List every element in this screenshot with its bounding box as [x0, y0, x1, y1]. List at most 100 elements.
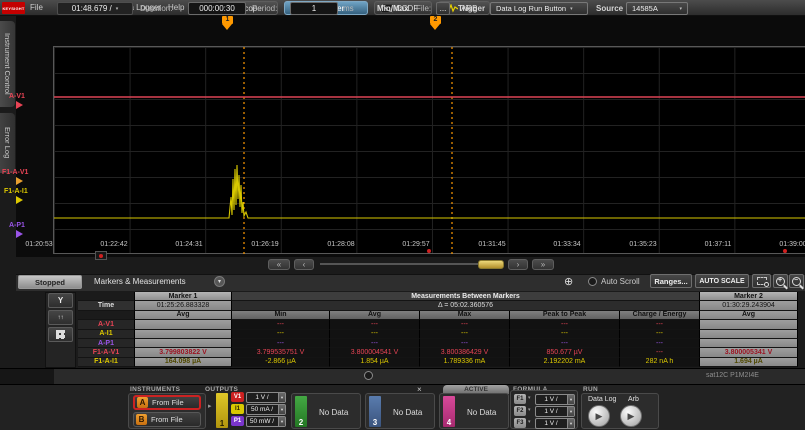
p1-scale-dropdown[interactable]: 50 mW / ▾ [246, 416, 286, 427]
marker2-header[interactable]: Marker 2 [700, 292, 798, 301]
minmax-checkbox[interactable] [364, 371, 373, 380]
f2-badge[interactable]: F2 [514, 406, 526, 416]
file-browse-button[interactable]: ... [436, 2, 450, 15]
col-header-min[interactable]: Min [232, 311, 330, 320]
arb-play-button[interactable]: ▶ [620, 405, 642, 427]
x-tick-7: 01:33:34 [544, 241, 590, 248]
channel-marker-f1-a-i1[interactable] [16, 196, 23, 204]
channel-marker-f1-a-v1[interactable] [16, 177, 23, 185]
duration-field[interactable]: 000:00:30 [188, 2, 246, 15]
scroll-last-button[interactable]: » [532, 259, 554, 270]
sidetab-error-log-label: Error Log [3, 127, 12, 158]
channel-4-panel[interactable]: 4 No Data [439, 393, 509, 429]
instrument-b-button[interactable]: B From File [133, 412, 201, 427]
sidetab-error-log[interactable]: Error Log [0, 112, 16, 174]
table-corner [78, 292, 135, 301]
source-value: 14585A [632, 4, 658, 13]
f3-scale-value: 1 V / [544, 420, 557, 427]
f3-expander[interactable]: ▾ [528, 419, 531, 425]
channel-label-a-v1: A-V1 [9, 93, 25, 100]
trigger-dropdown[interactable]: Data Log Run Button ▾ [490, 2, 588, 15]
marker-2-handle[interactable]: 2 [430, 16, 441, 30]
f1-expander[interactable]: ▾ [528, 395, 531, 401]
marker2-stat-header: Avg [700, 311, 798, 320]
bottom-panel: × ACTIVE INSTRUMENTS OUTPUTS FORMULA RUN… [0, 385, 805, 430]
i1-scale-dropdown[interactable]: 50 mA / ▾ [246, 404, 286, 415]
scroll-track[interactable] [320, 263, 478, 265]
zoom-out-button[interactable]: − [789, 274, 804, 288]
f1-scale-dropdown[interactable]: 1 V / ▾ [535, 394, 575, 405]
scroll-first-button[interactable]: « [268, 259, 290, 270]
f2-scale-dropdown[interactable]: 1 V / ▾ [535, 406, 575, 417]
trace-f1-a-i1 [54, 165, 805, 218]
channel-2-number: 2 [299, 418, 303, 427]
cell-a-p1-charge: --- [620, 339, 700, 348]
cell-a-i1-m2 [700, 330, 798, 339]
f1-badge[interactable]: F1 [514, 394, 526, 404]
ranges-button[interactable]: Ranges... [650, 274, 692, 288]
col-header-max[interactable]: Max [420, 311, 510, 320]
col-header-avg[interactable]: Avg [330, 311, 420, 320]
marker1-header[interactable]: Marker 1 [135, 292, 232, 301]
chevron-down-icon: ▾ [567, 395, 574, 404]
formula-panel: F1 ▾ 1 V / ▾ F2 ▾ 1 V / ▾ F3 ▾ 1 V / ▾ [510, 390, 578, 429]
cell-f1-a-v1-charge: --- [620, 348, 700, 357]
menu-file[interactable]: File [30, 3, 43, 12]
marker1-stat-header: Avg [135, 311, 232, 320]
play-icon: ▶ [596, 411, 603, 422]
source-dropdown[interactable]: 14585A ▾ [626, 2, 688, 15]
p1-badge[interactable]: P1 [231, 416, 244, 426]
f2-expander[interactable]: ▾ [528, 407, 531, 413]
instrument-a-button[interactable]: A From File [133, 395, 201, 410]
row-label-f1-a-v1: F1-A-V1 [78, 348, 135, 357]
f3-badge[interactable]: F3 [514, 418, 526, 428]
channel-label-f1-a-i1: F1-A-I1 [4, 188, 28, 195]
markers-measurements-dropdown[interactable]: ▾ [214, 276, 225, 287]
elapsed-time-dropdown[interactable]: 01:48.679 / ▾ [57, 2, 133, 15]
period-field[interactable]: 1 [290, 2, 338, 15]
status-stopped-button[interactable]: Stopped [18, 275, 82, 289]
channel-3-bar: 3 [369, 396, 381, 427]
channel-3-no-data: No Data [393, 408, 422, 417]
channel-2-bar: 2 [295, 396, 307, 427]
channel-3-panel[interactable]: 3 No Data [365, 393, 435, 429]
col-header-peak-to-peak[interactable]: Peak to Peak [510, 311, 620, 320]
instruments-expander[interactable]: ▸ [208, 402, 212, 410]
marker-pair-button[interactable]: ↑↑ [48, 310, 73, 325]
marker-tool-button[interactable]: Y [48, 293, 73, 308]
data-log-play-button[interactable]: ▶ [588, 405, 610, 427]
v1-scale-dropdown[interactable]: 1 V / ▾ [246, 392, 286, 403]
zoom-in-button[interactable]: + [773, 274, 788, 288]
trigger-label: Trigger [458, 4, 485, 13]
auto-scroll-checkbox[interactable] [588, 277, 597, 286]
annotation-dot-2 [783, 249, 787, 253]
x-tick-2: 01:24:31 [166, 241, 212, 248]
time-row-label: Time [78, 301, 135, 310]
zoom-region-button[interactable] [752, 274, 771, 288]
grid-view-button[interactable] [48, 327, 73, 342]
instrument-a-badge: A [137, 397, 148, 408]
chevron-down-icon: ▾ [278, 417, 285, 426]
cell-f1-a-i1-avg: 1.854 µA [330, 358, 420, 367]
f3-scale-dropdown[interactable]: 1 V / ▾ [535, 418, 575, 429]
channel-1-bar[interactable]: 1 [216, 393, 228, 428]
cell-f1-a-v1-avg: 3.800004541 V [330, 348, 420, 357]
channel-marker-a-p1[interactable] [16, 230, 23, 238]
x-tick-6: 01:31:45 [469, 241, 515, 248]
waveform-plot[interactable] [53, 46, 805, 254]
auto-scale-button[interactable]: AUTO SCALE [695, 274, 749, 288]
chevron-down-icon: ▾ [116, 6, 119, 12]
marker-1-label: 1 [222, 16, 233, 24]
col-header-charge-energy[interactable]: Charge / Energy [620, 311, 700, 320]
v1-badge[interactable]: V1 [231, 392, 244, 402]
scroll-thumb[interactable] [478, 260, 504, 269]
i1-badge[interactable]: I1 [231, 404, 244, 414]
channel-2-panel[interactable]: 2 No Data [291, 393, 361, 429]
channel-marker-a-v1[interactable] [16, 101, 23, 109]
sidetab-instrument-control-label: Instrument Control [3, 33, 12, 95]
cell-a-v1-avg: --- [330, 320, 420, 329]
scroll-prev-button[interactable]: ‹ [294, 259, 314, 270]
crosshair-icon[interactable]: ⊕ [564, 275, 573, 288]
marker-1-handle[interactable]: 1 [222, 16, 233, 30]
scroll-next-button[interactable]: › [508, 259, 528, 270]
